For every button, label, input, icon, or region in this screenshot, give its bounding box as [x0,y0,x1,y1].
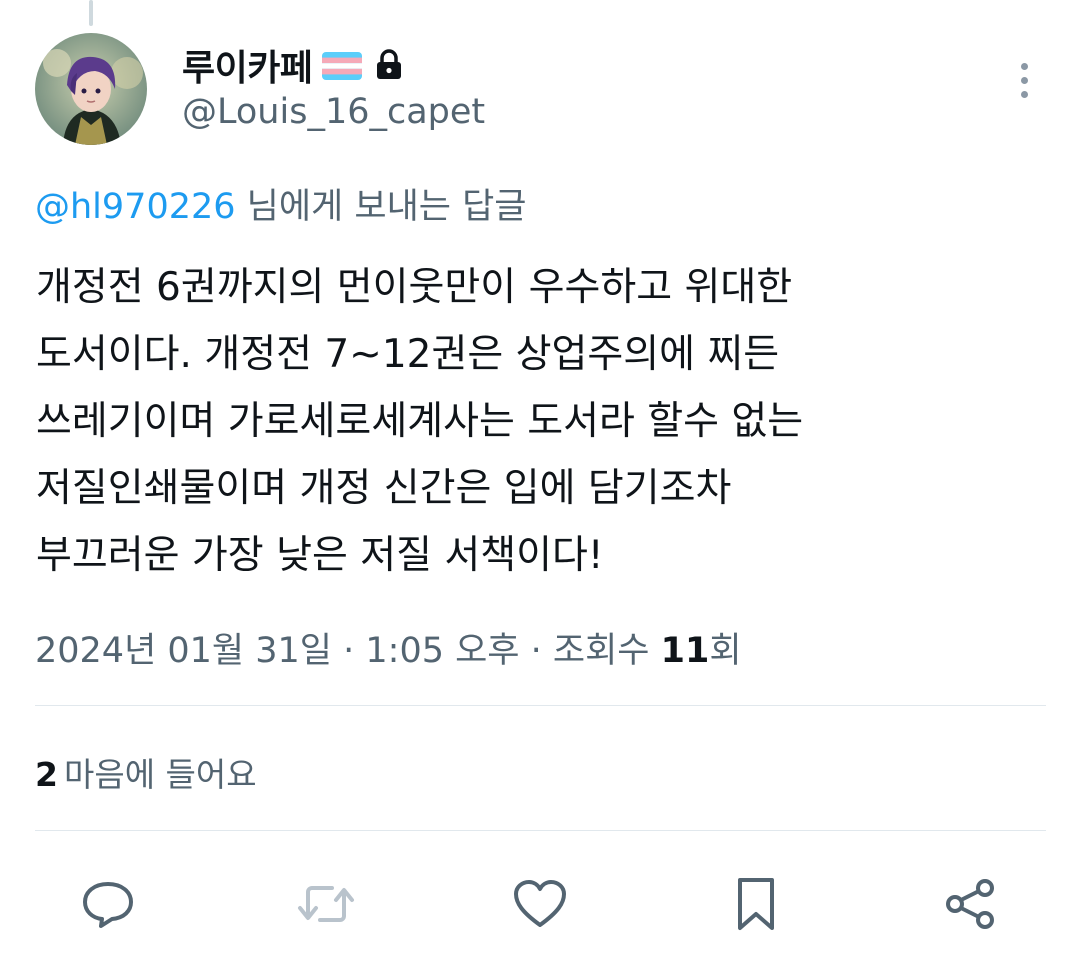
tweet-time-link[interactable]: 1:05 오후 [365,631,519,671]
likes-summary-link[interactable]: 2 마음에 들어요 [35,748,257,796]
tweet-date-link[interactable]: 2024년 01월 31일 [35,631,332,671]
tweet-meta: 2024년 01월 31일 · 1:05 오후 · 조회수 11회 [35,622,742,673]
retweet-icon [298,886,354,922]
reply-mention-link[interactable]: @hl970226 [35,187,236,227]
display-name: 루이카페 [182,48,313,89]
avatar[interactable] [35,33,147,145]
likes-label: 마음에 들어요 [63,755,257,794]
tweet-text: 개정전 6권까지의 먼이웃만이 우수하고 위대한 도서이다. 개정전 7~12권… [36,254,1046,589]
tweet-text-line: 개정전 6권까지의 먼이웃만이 우수하고 위대한 [36,265,793,310]
heart-icon [514,880,566,927]
reply-icon [83,882,133,928]
more-options-button[interactable] [1004,56,1044,104]
tweet-text-line: 저질인쇄물이며 개정 신간은 입에 담기조차 [36,466,732,511]
views-count: 11 [660,631,710,671]
views-label: 조회수 [552,631,661,671]
thread-connector-line [89,0,93,26]
share-icon [946,879,994,929]
reply-context-suffix: 님에게 보내는 답글 [235,187,527,227]
likes-count: 2 [35,755,58,794]
tweet-text-line: 도서이다. 개정전 7~12권은 상업주의에 찌든 [36,332,780,377]
tweet-text-line: 쓰레기이며 가로세로세계사는 도서라 할수 없는 [36,399,804,444]
meta-separator: · [332,631,366,671]
views-unit: 회 [709,631,742,671]
lock-icon [374,49,404,81]
retweet-button[interactable] [294,872,358,936]
bookmark-icon [738,878,774,930]
share-button[interactable] [938,872,1002,936]
more-dot-icon [1020,90,1028,98]
divider [35,830,1046,831]
transgender-flag-icon [322,52,363,80]
tweet-text-line: 부끄러운 가장 낮은 저질 서책이다! [36,533,604,578]
reply-button[interactable] [76,872,140,936]
reply-context: @hl970226 님에게 보내는 답글 [35,178,527,229]
more-dot-icon [1020,62,1028,70]
bookmark-button[interactable] [724,872,788,936]
action-bar [0,862,1080,942]
like-button[interactable] [508,872,572,936]
display-name-row[interactable]: 루이카페 [182,40,404,90]
divider [35,705,1046,706]
user-handle[interactable]: @Louis_16_capet [182,92,485,132]
more-dot-icon [1020,76,1028,84]
meta-separator: · [519,631,553,671]
